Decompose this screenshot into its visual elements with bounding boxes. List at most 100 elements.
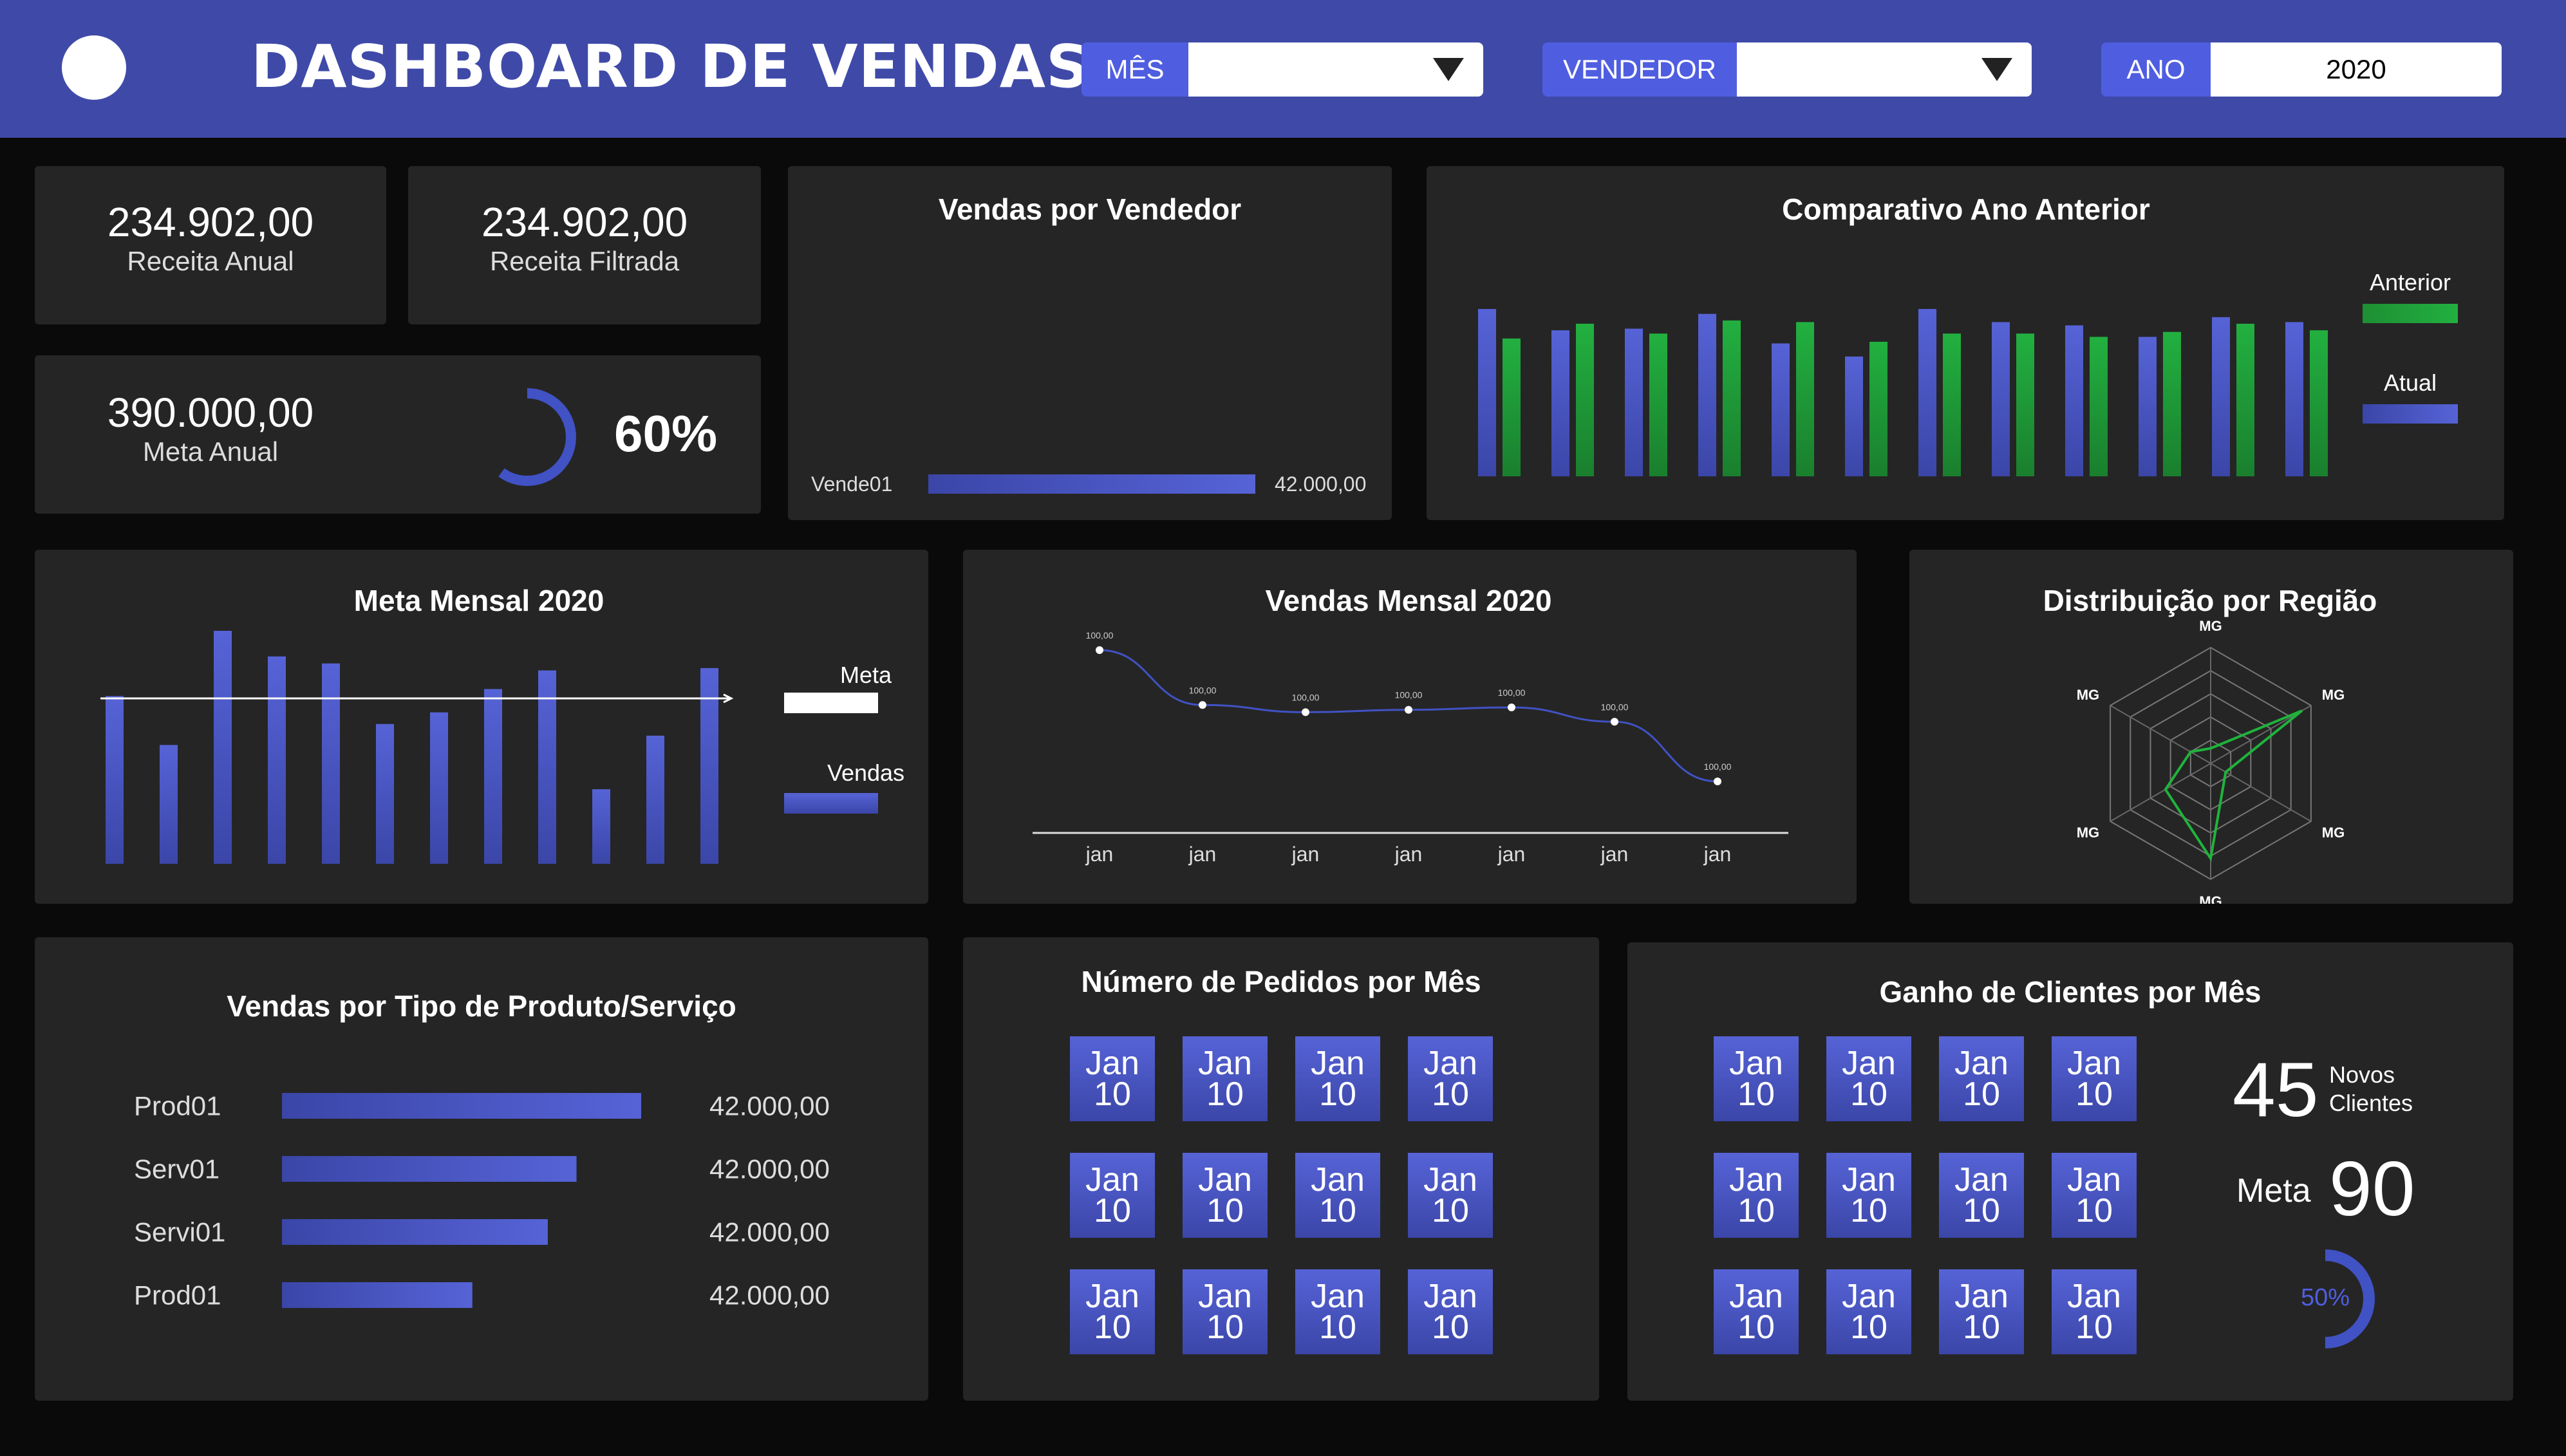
tile-value: 10 <box>1963 1192 2000 1229</box>
filter-ano-label: ANO <box>2101 42 2211 97</box>
month-tile: Jan 10 <box>1183 1036 1268 1121</box>
tile-value: 10 <box>1206 1192 1244 1229</box>
month-tile: Jan 10 <box>1183 1269 1268 1354</box>
bar-vendas <box>106 696 124 864</box>
tile-month: Jan <box>2067 1161 2121 1199</box>
tile-month: Jan <box>1729 1161 1783 1199</box>
month-tile: Jan 10 <box>1070 1269 1155 1354</box>
page-title: DASHBOARD DE VENDAS <box>251 32 1090 101</box>
bar-anterior <box>1723 320 1741 476</box>
filter-vendedor-dropdown[interactable] <box>1737 42 2032 97</box>
tile-value: 10 <box>1432 1309 1469 1346</box>
tile-value: 10 <box>1432 1076 1469 1113</box>
legend-vendas-label: Vendas <box>827 760 905 786</box>
bar-atual <box>1845 356 1863 476</box>
tile-month: Jan <box>1085 1161 1139 1199</box>
tile-value: 10 <box>1737 1192 1775 1229</box>
x-tick-label: jan <box>1188 843 1217 866</box>
vendas-mensal-panel: Vendas Mensal 2020 100,00 jan 100,00 jan 100… <box>963 550 1857 904</box>
bar <box>282 1282 473 1308</box>
tile-value: 10 <box>1432 1192 1469 1229</box>
filter-mes-dropdown[interactable] <box>1188 42 1483 97</box>
regiao-radar-chart: MG MG MG MG MG MG <box>2077 618 2345 904</box>
data-label: 100,00 <box>1086 630 1114 640</box>
month-tile: Jan 10 <box>2052 1036 2137 1121</box>
meta-mensal-panel: Meta Mensal 2020 Meta Vendas <box>35 550 928 904</box>
data-point <box>1611 718 1618 726</box>
bar-anterior <box>1796 322 1814 476</box>
tile-month: Jan <box>1311 1045 1365 1082</box>
bar-vendas <box>538 670 556 864</box>
month-tile: Jan 10 <box>1408 1036 1493 1121</box>
filter-mes-label: MÊS <box>1082 42 1188 97</box>
vendas-vendedor-panel: Vendas por Vendedor Vende0142.000,00Vend… <box>788 166 1392 520</box>
panel-title: Número de Pedidos por Mês <box>1081 965 1481 998</box>
clientes-tile-grid: Jan 10 Jan 10 Jan 10 Jan 10 Jan 10 Jan 10 Jan 10 Jan 10… <box>1714 1036 2139 1384</box>
tile-month: Jan <box>1954 1045 2009 1082</box>
bar-anterior <box>2016 333 2034 476</box>
bar-vendas <box>214 631 232 864</box>
row-value: 42.000,00 <box>709 1217 830 1247</box>
bar-anterior <box>2090 337 2108 476</box>
tile-value: 10 <box>1094 1076 1131 1113</box>
month-tile: Jan 10 <box>1826 1036 1911 1121</box>
bar-atual <box>1551 330 1569 476</box>
tile-value: 10 <box>1850 1076 1887 1113</box>
bar-anterior <box>1943 333 1961 476</box>
x-tick-label: jan <box>1600 843 1629 866</box>
tile-value: 10 <box>1094 1192 1131 1229</box>
legend-meta-swatch <box>784 693 878 713</box>
data-point <box>1302 708 1309 716</box>
filter-ano-input[interactable]: 2020 <box>2211 42 2502 97</box>
bar-anterior <box>1503 338 1521 476</box>
tile-month: Jan <box>1954 1161 2009 1199</box>
bar-vendas <box>646 735 664 864</box>
tile-month: Jan <box>1085 1045 1139 1082</box>
bar-vendas <box>268 656 286 864</box>
month-tile: Jan 10 <box>1408 1269 1493 1354</box>
pedidos-panel: Número de Pedidos por Mês Jan 10 Jan 10 Jan 1… <box>963 937 1599 1401</box>
bar-anterior <box>1576 323 1594 476</box>
month-tile: Jan 10 <box>1714 1269 1799 1354</box>
row-name: Vende01 <box>811 472 892 496</box>
vendedor-bar-chart: Vende0142.000,00Vende0142.000,00Vende014… <box>811 472 1366 496</box>
tile-month: Jan <box>1423 1161 1477 1199</box>
novos-clientes-value: 45 <box>2233 1047 2319 1133</box>
tile-value: 10 <box>1319 1309 1356 1346</box>
data-point <box>1405 705 1412 714</box>
meta-anual-percent: 60% <box>614 405 718 462</box>
meta-clientes-label: Meta <box>2236 1172 2311 1209</box>
legend-atual-label: Atual <box>2383 369 2437 396</box>
bar-atual <box>1478 309 1496 476</box>
tile-month: Jan <box>1423 1278 1477 1315</box>
tile-value: 10 <box>1737 1076 1775 1113</box>
legend-anterior-swatch <box>2363 304 2458 323</box>
bar-anterior <box>2236 323 2254 476</box>
month-tile: Jan 10 <box>1070 1036 1155 1121</box>
comparativo-bar-chart <box>1478 309 2328 476</box>
chevron-down-icon <box>1981 58 2012 81</box>
bar <box>282 1156 577 1182</box>
legend-vendas-swatch <box>784 793 878 814</box>
tile-month: Jan <box>2067 1278 2121 1315</box>
data-label: 100,00 <box>1601 702 1629 712</box>
x-tick-label: jan <box>1291 843 1320 866</box>
month-tile: Jan 10 <box>1939 1036 2024 1121</box>
novos-clientes-label: Novos Clientes <box>2329 1061 2413 1117</box>
bar-atual <box>1918 309 1936 476</box>
tile-month: Jan <box>1842 1278 1896 1315</box>
regiao-panel: Distribuição por Região MG MG MG MG MG MG <box>1909 550 2513 904</box>
kpi-label: Meta Anual <box>142 436 279 467</box>
panel-title: Ganho de Clientes por Mês <box>1879 975 2262 1009</box>
data-point <box>1508 704 1515 712</box>
kpi-value: 390.000,00 <box>107 389 314 436</box>
bar-vendas <box>322 663 340 864</box>
bar-anterior <box>2310 330 2328 476</box>
row-name: Prod01 <box>134 1091 221 1121</box>
bar-vendas <box>160 745 178 864</box>
tile-month: Jan <box>1729 1045 1783 1082</box>
tile-month: Jan <box>2067 1045 2121 1082</box>
bar-vendas <box>592 789 610 864</box>
novos-label-line2: Clientes <box>2329 1090 2413 1116</box>
tile-month: Jan <box>1198 1045 1252 1082</box>
